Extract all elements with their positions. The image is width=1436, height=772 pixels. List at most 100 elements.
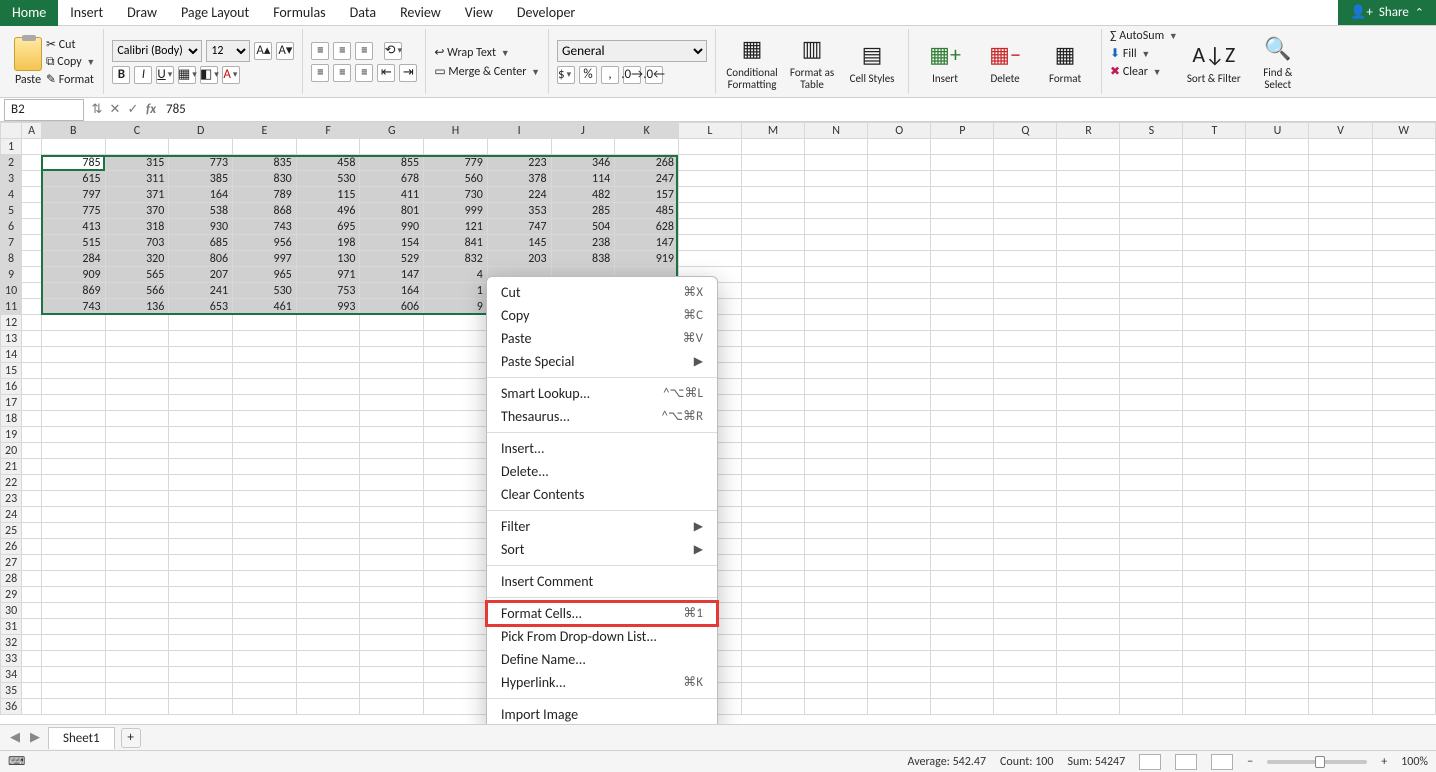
cell-M25[interactable] [741,523,804,539]
cell-S30[interactable] [1120,603,1183,619]
cell-N5[interactable] [805,203,868,219]
cell-B16[interactable] [41,379,105,395]
cell-Q31[interactable] [994,619,1057,635]
cell-S17[interactable] [1120,395,1183,411]
cell-R27[interactable] [1057,555,1120,571]
cell-H34[interactable] [424,667,488,683]
cell-N31[interactable] [805,619,868,635]
cell-S23[interactable] [1120,491,1183,507]
cell-C27[interactable] [105,555,169,571]
cell-B13[interactable] [41,331,105,347]
cell-N33[interactable] [805,651,868,667]
cell-G12[interactable] [360,315,424,331]
cell-O8[interactable] [868,251,931,267]
cell-E13[interactable] [233,331,297,347]
cell-Q17[interactable] [994,395,1057,411]
row-header-4[interactable]: 4 [1,187,22,203]
cell-M5[interactable] [741,203,804,219]
cell-P33[interactable] [931,651,994,667]
cell-A20[interactable] [22,443,42,459]
cell-D17[interactable] [169,395,233,411]
cell-S15[interactable] [1120,363,1183,379]
cell-W17[interactable] [1372,395,1435,411]
cell-B31[interactable] [41,619,105,635]
cell-O1[interactable] [868,139,931,155]
cell-N29[interactable] [805,587,868,603]
ctx-import-image[interactable]: Import Image [487,703,717,726]
cell-E24[interactable] [233,507,297,523]
cell-E19[interactable] [233,427,297,443]
cell-G21[interactable] [360,459,424,475]
cell-W22[interactable] [1372,475,1435,491]
cell-D2[interactable]: 773 [169,155,233,171]
cell-W12[interactable] [1372,315,1435,331]
cell-Q21[interactable] [994,459,1057,475]
cell-M4[interactable] [741,187,804,203]
cell-U23[interactable] [1246,491,1309,507]
cell-A15[interactable] [22,363,42,379]
cell-G7[interactable]: 154 [360,235,424,251]
cell-T23[interactable] [1183,491,1246,507]
cell-C3[interactable]: 311 [105,171,169,187]
cell-C36[interactable] [105,699,169,715]
cell-I5[interactable]: 353 [487,203,551,219]
cell-N18[interactable] [805,411,868,427]
cell-A29[interactable] [22,587,42,603]
cell-H3[interactable]: 560 [424,171,488,187]
cell-U22[interactable] [1246,475,1309,491]
cell-U9[interactable] [1246,267,1309,283]
cell-O30[interactable] [868,603,931,619]
row-header-27[interactable]: 27 [1,555,22,571]
cell-W33[interactable] [1372,651,1435,667]
cell-H20[interactable] [424,443,488,459]
paste-button[interactable]: Paste [14,37,42,87]
cell-E23[interactable] [233,491,297,507]
row-header-16[interactable]: 16 [1,379,22,395]
cell-S19[interactable] [1120,427,1183,443]
cell-W23[interactable] [1372,491,1435,507]
cell-H2[interactable]: 779 [424,155,488,171]
cell-W3[interactable] [1372,171,1435,187]
cell-J7[interactable]: 238 [551,235,615,251]
cell-N27[interactable] [805,555,868,571]
cell-I4[interactable]: 224 [487,187,551,203]
cell-B29[interactable] [41,587,105,603]
cell-W31[interactable] [1372,619,1435,635]
cell-V24[interactable] [1309,507,1372,523]
cell-C18[interactable] [105,411,169,427]
cell-H15[interactable] [424,363,488,379]
cell-O21[interactable] [868,459,931,475]
zoom-in-button[interactable]: + [1381,755,1387,769]
cell-R11[interactable] [1057,299,1120,315]
cell-T9[interactable] [1183,267,1246,283]
cell-K1[interactable] [615,139,679,155]
cell-E14[interactable] [233,347,297,363]
cell-W21[interactable] [1372,459,1435,475]
font-color-button[interactable]: A▾ [222,66,240,84]
cell-P14[interactable] [931,347,994,363]
cell-M1[interactable] [741,139,804,155]
cell-W28[interactable] [1372,571,1435,587]
cell-A11[interactable] [22,299,42,315]
cell-T7[interactable] [1183,235,1246,251]
cell-P34[interactable] [931,667,994,683]
cell-M15[interactable] [741,363,804,379]
cell-M6[interactable] [741,219,804,235]
cell-F25[interactable] [296,523,360,539]
cell-S29[interactable] [1120,587,1183,603]
cell-T5[interactable] [1183,203,1246,219]
currency-button[interactable]: $▾ [557,66,575,84]
cell-F7[interactable]: 198 [296,235,360,251]
cell-T35[interactable] [1183,683,1246,699]
cell-P35[interactable] [931,683,994,699]
cell-R23[interactable] [1057,491,1120,507]
cell-E3[interactable]: 830 [233,171,297,187]
zoom-level[interactable]: 100% [1401,755,1428,769]
cell-B34[interactable] [41,667,105,683]
cell-G16[interactable] [360,379,424,395]
cell-G30[interactable] [360,603,424,619]
cell-N35[interactable] [805,683,868,699]
ctx-clear-contents[interactable]: Clear Contents [487,483,717,506]
cell-A6[interactable] [22,219,42,235]
cell-D6[interactable]: 930 [169,219,233,235]
